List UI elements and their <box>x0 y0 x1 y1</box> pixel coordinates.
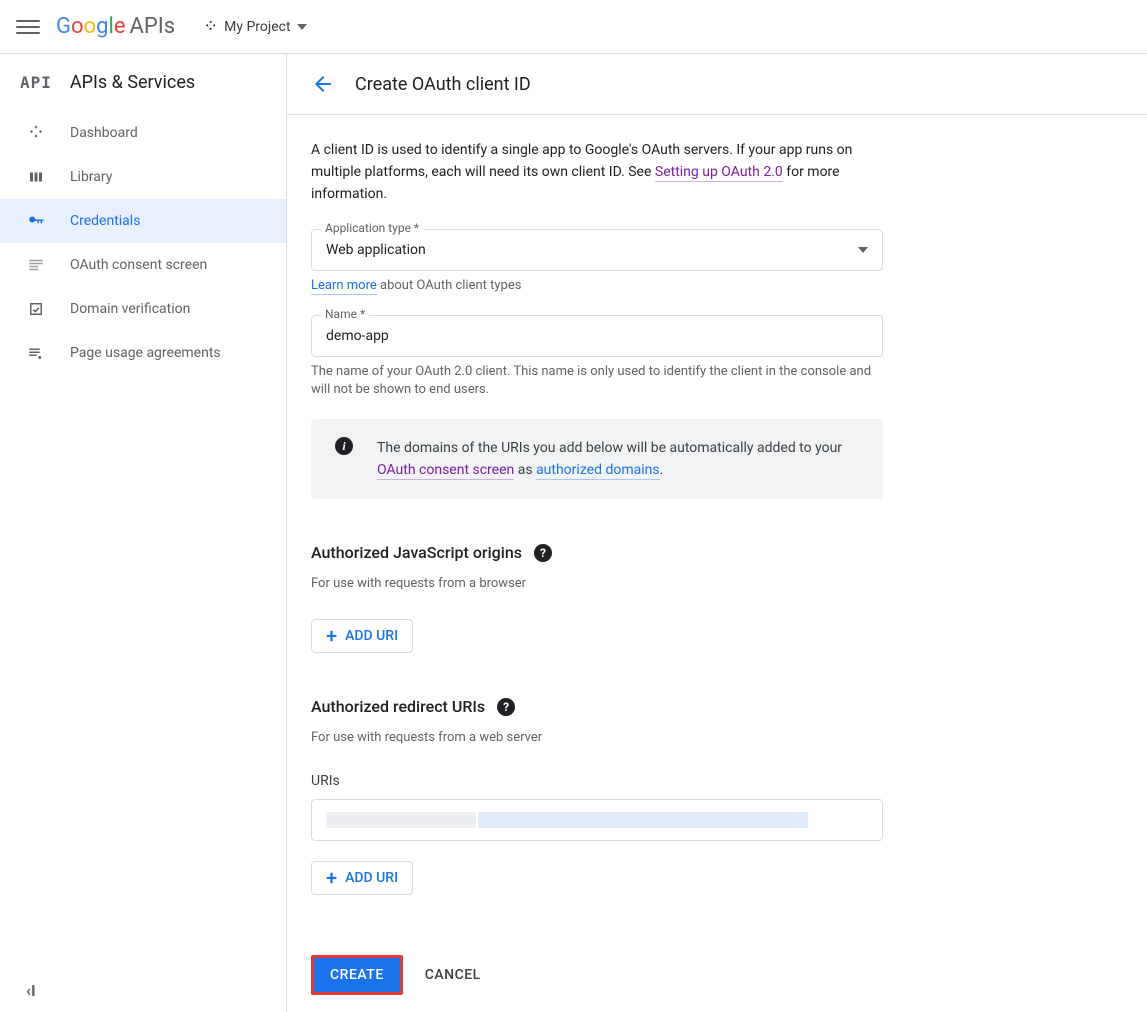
menu-icon[interactable] <box>16 15 40 39</box>
info-banner-text: The domains of the URIs you add below wi… <box>377 437 859 481</box>
redacted-uri-part <box>478 812 808 828</box>
page-title: Create OAuth client ID <box>355 74 531 95</box>
create-button[interactable]: CREATE <box>311 955 403 995</box>
domain-check-icon <box>26 300 46 318</box>
sidebar-item-label: Library <box>70 169 112 185</box>
sidebar-item-oauth-consent[interactable]: OAuth consent screen <box>0 243 286 287</box>
key-icon <box>26 212 46 230</box>
project-name: My Project <box>224 19 290 35</box>
sidebar-item-label: Page usage agreements <box>70 345 221 361</box>
add-uri-button-js[interactable]: + ADD URI <box>311 619 413 653</box>
plus-icon: + <box>326 629 337 643</box>
name-input[interactable] <box>311 315 883 357</box>
apis-logo-text: APIs <box>129 14 175 39</box>
sidebar-item-domain-verification[interactable]: Domain verification <box>0 287 286 331</box>
back-arrow-icon[interactable] <box>311 72 335 96</box>
redirect-uris-desc: For use with requests from a web server <box>311 730 883 745</box>
app-type-helper: Learn more about OAuth client types <box>311 277 883 295</box>
redacted-uri-part <box>326 812 476 828</box>
name-helper: The name of your OAuth 2.0 client. This … <box>311 363 883 399</box>
authorized-domains-link[interactable]: authorized domains <box>536 462 660 480</box>
agreements-icon <box>26 344 46 362</box>
dropdown-arrow-icon <box>297 24 307 30</box>
app-type-value: Web application <box>326 242 426 258</box>
sidebar-item-label: Domain verification <box>70 301 190 317</box>
learn-more-link[interactable]: Learn more <box>311 278 377 295</box>
sidebar-item-library[interactable]: Library <box>0 155 286 199</box>
help-icon[interactable]: ? <box>534 544 552 562</box>
plus-icon: + <box>326 871 337 885</box>
redirect-uris-title: Authorized redirect URIs ? <box>311 697 883 716</box>
sidebar-item-label: Credentials <box>70 213 140 229</box>
application-type-select[interactable]: Web application <box>311 229 883 271</box>
info-banner: i The domains of the URIs you add below … <box>311 419 883 499</box>
sidebar-item-label: Dashboard <box>70 125 138 141</box>
uris-label: URIs <box>311 773 883 789</box>
sidebar-item-credentials[interactable]: Credentials <box>0 199 286 243</box>
info-icon: i <box>335 437 353 455</box>
action-row: CREATE CANCEL <box>311 955 883 995</box>
uri-input[interactable] <box>311 799 883 841</box>
intro-text: A client ID is used to identify a single… <box>311 139 883 205</box>
help-icon[interactable]: ? <box>497 698 515 716</box>
name-field-wrapper: Name * <box>311 315 883 357</box>
cancel-button[interactable]: CANCEL <box>425 967 481 983</box>
library-icon <box>26 168 46 186</box>
application-type-field: Application type * Web application <box>311 229 883 271</box>
sidebar-item-label: OAuth consent screen <box>70 257 207 273</box>
google-logo[interactable]: Google <box>56 14 125 39</box>
api-badge-icon: API <box>20 73 52 92</box>
js-origins-desc: For use with requests from a browser <box>311 576 883 591</box>
chevron-down-icon <box>858 247 868 253</box>
sidebar-title: APIs & Services <box>70 72 195 93</box>
consent-screen-icon <box>26 256 46 274</box>
project-selector[interactable]: ⁘ My Project <box>195 10 315 43</box>
sidebar: API APIs & Services Dashboard Library Cr… <box>0 54 287 1012</box>
sidebar-item-page-usage[interactable]: Page usage agreements <box>0 331 286 375</box>
sidebar-item-dashboard[interactable]: Dashboard <box>0 111 286 155</box>
top-header: Google APIs ⁘ My Project <box>0 0 1147 54</box>
dashboard-icon <box>26 124 46 142</box>
add-uri-button-redirect[interactable]: + ADD URI <box>311 861 413 895</box>
app-type-label: Application type * <box>321 221 423 235</box>
sidebar-header: API APIs & Services <box>0 54 286 111</box>
project-dots-icon: ⁘ <box>203 16 218 37</box>
main-content: Create OAuth client ID A client ID is us… <box>287 54 1147 1012</box>
js-origins-title: Authorized JavaScript origins ? <box>311 543 883 562</box>
setting-up-oauth-link[interactable]: Setting up OAuth 2.0 <box>655 164 783 182</box>
oauth-consent-link[interactable]: OAuth consent screen <box>377 462 514 480</box>
collapse-sidebar-icon[interactable]: ‹I <box>26 981 36 1000</box>
name-label: Name * <box>321 307 369 321</box>
main-header: Create OAuth client ID <box>287 54 1147 115</box>
